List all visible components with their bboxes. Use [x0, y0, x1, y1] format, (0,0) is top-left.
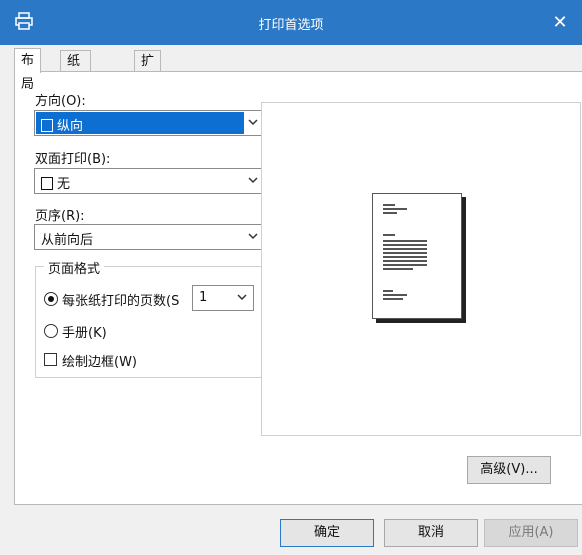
page-lines-graphic — [383, 204, 427, 300]
page-order-label: 页序(R): — [35, 209, 85, 224]
page-format-title: 页面格式 — [44, 258, 105, 277]
chevron-down-icon — [248, 177, 258, 184]
page-order-value: 从前向后 — [41, 233, 94, 248]
duplex-select[interactable]: 无 — [34, 168, 265, 194]
window-title: 打印首选项 — [258, 18, 324, 33]
tab-paper-quality[interactable]: 纸张/质量 — [60, 50, 92, 132]
draw-borders-checkbox[interactable] — [44, 353, 57, 366]
pages-per-sheet-select[interactable]: 1 — [192, 285, 254, 311]
cancel-button[interactable]: 取消 — [384, 519, 478, 547]
layout-preview — [261, 102, 581, 436]
pages-per-sheet-label: 每张纸打印的页数(S — [62, 294, 180, 309]
orientation-value: 纵向 — [41, 115, 83, 134]
tab-layout[interactable]: 布局 — [14, 48, 42, 92]
pages-per-sheet-value: 1 — [199, 290, 208, 305]
booklet-radio[interactable] — [44, 324, 58, 338]
advanced-button[interactable]: 高级(V)... — [467, 456, 551, 484]
title-bar: 打印首选项 ✕ — [0, 0, 582, 45]
close-icon: ✕ — [552, 11, 568, 33]
layout-tab-panel: 方向(O): 纵向 双面打印(B): 无 页序(R): 从前向后 页面格式 每张… — [14, 71, 582, 505]
apply-button[interactable]: 应用(A) — [484, 519, 578, 547]
orientation-select[interactable]: 纵向 — [34, 110, 265, 136]
duplex-label: 双面打印(B): — [35, 152, 111, 167]
orientation-label: 方向(O): — [35, 94, 86, 109]
orientation-text: 纵向 — [57, 119, 84, 134]
tab-extended-features[interactable]: 扩展功能 — [134, 50, 162, 132]
print-preferences-window: 打印首选项 ✕ 布局 纸张/质量 扩展功能 方向(O): 纵向 双面打印(B):… — [0, 0, 582, 555]
draw-borders-label: 绘制边框(W) — [62, 355, 137, 370]
chevron-down-icon — [237, 294, 247, 301]
page-order-select[interactable]: 从前向后 — [34, 224, 265, 250]
ok-button[interactable]: 确定 — [280, 519, 374, 547]
chevron-down-icon — [248, 233, 258, 240]
close-button[interactable]: ✕ — [546, 8, 574, 36]
chevron-down-icon — [248, 119, 258, 126]
page-format-group: 页面格式 每张纸打印的页数(S 1 手册(K) 绘制边框(W) — [35, 258, 264, 378]
booklet-label: 手册(K) — [62, 326, 107, 341]
document-icon — [41, 177, 53, 190]
pages-per-sheet-radio[interactable] — [44, 292, 58, 306]
duplex-value: 无 — [41, 173, 70, 192]
duplex-text: 无 — [57, 177, 71, 192]
portrait-icon — [41, 119, 53, 132]
page-preview-icon — [372, 193, 462, 319]
